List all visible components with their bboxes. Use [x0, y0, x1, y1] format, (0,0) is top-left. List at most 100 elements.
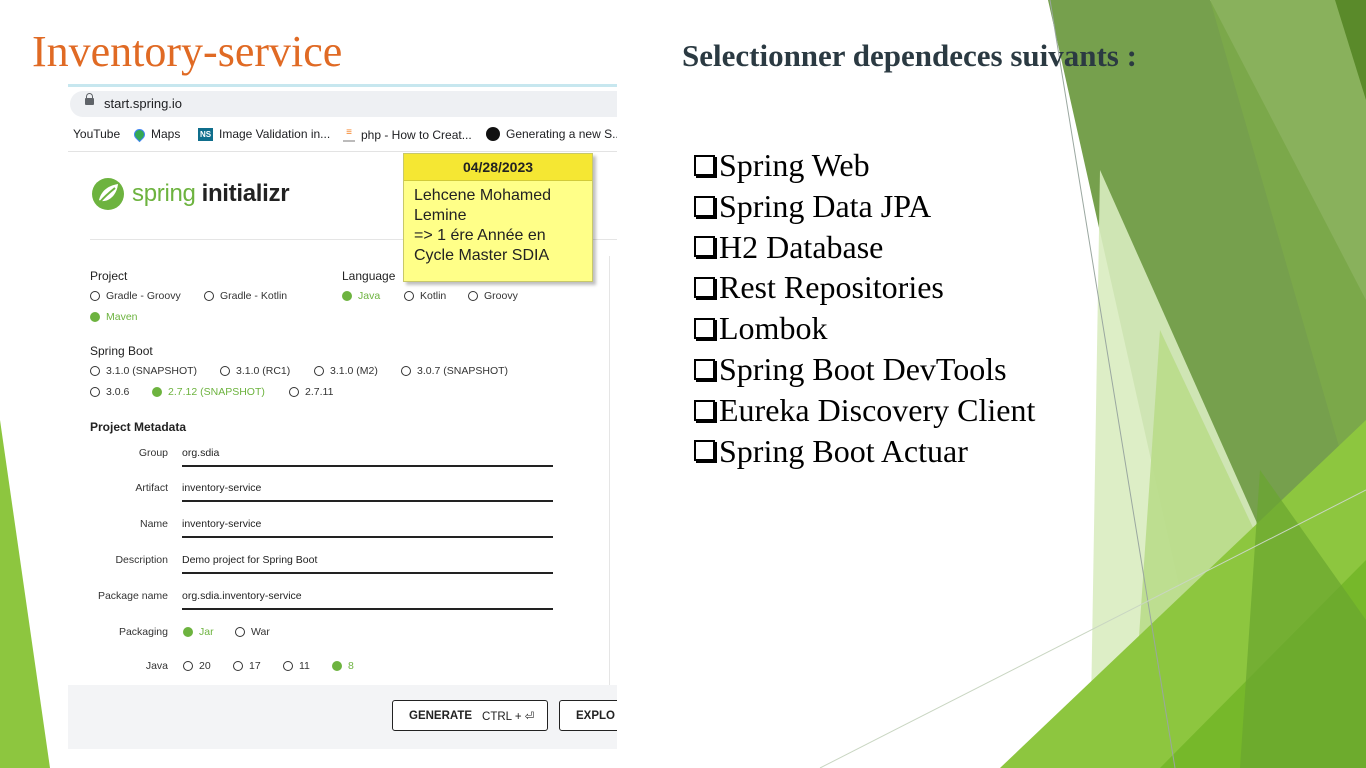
address-bar[interactable]: start.spring.io [70, 91, 617, 117]
language-section-label: Language [342, 269, 396, 283]
option-label: Kotlin [420, 290, 447, 302]
java-option-20[interactable]: 20 [183, 660, 211, 672]
dependency-item: Spring Boot Actuar [694, 431, 1035, 472]
dependency-label: Spring Boot DevTools [719, 350, 1007, 387]
spring-boot-section-label: Spring Boot [90, 344, 153, 358]
option-label: Jar [199, 626, 214, 638]
project-option-gradle-groovy[interactable]: Gradle - Groovy [90, 290, 181, 302]
radio-icon [233, 661, 243, 671]
boot-option-2-7-12-snapshot[interactable]: 2.7.12 (SNAPSHOT) [152, 386, 265, 398]
explore-button[interactable]: EXPLO [559, 700, 617, 731]
bookmark-label: Maps [151, 127, 181, 141]
bookmark-image-validation[interactable]: NS Image Validation in... [198, 127, 330, 141]
logo-initializr-text: initializr [201, 180, 290, 207]
packaging-label: Packaging [118, 626, 168, 638]
java-option-8[interactable]: 8 [332, 660, 354, 672]
boot-option-3-1-0-m2[interactable]: 3.1.0 (M2) [314, 365, 378, 377]
bookmarks-divider [68, 151, 617, 152]
boot-option-3-0-6[interactable]: 3.0.6 [90, 386, 129, 398]
language-option-groovy[interactable]: Groovy [468, 290, 518, 302]
boot-option-2-7-11[interactable]: 2.7.11 [289, 386, 333, 398]
radio-selected-icon [90, 312, 100, 322]
java-option-11[interactable]: 11 [283, 660, 310, 672]
project-section-label: Project [90, 269, 128, 283]
radio-icon [314, 366, 324, 376]
dependency-item: H2 Database [694, 227, 1035, 268]
slide-title: Inventory-service [32, 27, 343, 76]
option-label: 3.0.6 [106, 386, 130, 398]
dependency-label: H2 Database [719, 228, 884, 265]
packaging-option-war[interactable]: War [235, 626, 270, 638]
bookmark-label: php - How to Creat... [361, 127, 472, 142]
note-date: 04/28/2023 [404, 154, 592, 181]
generate-label: GENERATE [409, 709, 473, 722]
language-option-kotlin[interactable]: Kotlin [404, 290, 446, 302]
dependency-label: Eureka Discovery Client [719, 391, 1036, 428]
checkbox-icon [694, 195, 715, 217]
checkbox-icon [694, 399, 715, 421]
radio-icon [283, 661, 293, 671]
dependency-item: Lombok [694, 308, 1035, 349]
browser-top-border [68, 84, 617, 87]
option-label: 2.7.11 [305, 386, 334, 398]
dependency-label: Spring Boot Actuar [719, 432, 968, 469]
boot-option-3-1-0-snapshot[interactable]: 3.1.0 (SNAPSHOT) [90, 365, 197, 377]
boot-option-3-0-7-snapshot[interactable]: 3.0.7 (SNAPSHOT) [401, 365, 508, 377]
radio-icon [90, 366, 100, 376]
option-label: 3.1.0 (M2) [330, 365, 378, 377]
note-text: Lehcene Mohamed Lemine => 1 ére Année en… [414, 187, 551, 264]
checkbox-icon [694, 318, 715, 340]
artifact-input[interactable]: inventory-service [182, 482, 553, 502]
project-option-maven[interactable]: Maven [90, 311, 138, 323]
radio-selected-icon [152, 387, 162, 397]
bookmark-label: Generating a new S... [506, 127, 617, 141]
dependency-item: Spring Data JPA [694, 186, 1035, 227]
radio-icon [204, 291, 214, 301]
generate-button[interactable]: GENERATE CTRL + ⏎ [392, 700, 548, 731]
radio-icon [90, 291, 100, 301]
radio-icon [183, 661, 193, 671]
group-input[interactable]: org.sdia [182, 447, 553, 467]
name-input[interactable]: inventory-service [182, 518, 553, 538]
bookmark-label: Image Validation in... [219, 127, 331, 141]
option-label: 3.1.0 (RC1) [236, 365, 291, 377]
option-label: Gradle - Groovy [106, 290, 181, 302]
option-label: Maven [106, 311, 138, 323]
checkbox-icon [694, 358, 715, 380]
bookmark-youtube[interactable]: YouTube [73, 127, 120, 141]
github-icon [486, 127, 500, 141]
java-option-17[interactable]: 17 [233, 660, 261, 672]
project-option-gradle-kotlin[interactable]: Gradle - Kotlin [204, 290, 287, 302]
description-input[interactable]: Demo project for Spring Boot [182, 554, 553, 574]
radio-icon [468, 291, 478, 301]
language-option-java[interactable]: Java [342, 290, 380, 302]
package-name-input[interactable]: org.sdia.inventory-service [182, 590, 553, 610]
ns-icon: NS [198, 127, 213, 141]
logo-spring-text: spring [132, 180, 196, 207]
bookmark-github[interactable]: Generating a new S... [486, 127, 617, 141]
generate-shortcut: CTRL + ⏎ [482, 710, 535, 723]
checkbox-icon [694, 440, 715, 462]
java-label: Java [145, 660, 168, 672]
packaging-option-jar[interactable]: Jar [183, 626, 214, 638]
bookmark-php[interactable]: ≡ php - How to Creat... [343, 127, 472, 142]
dependencies-heading: Selectionner dependeces suivants : [682, 38, 1137, 73]
option-label: 17 [249, 660, 261, 672]
radio-selected-icon [332, 661, 342, 671]
spring-leaf-icon [92, 178, 124, 210]
option-label: 3.1.0 (SNAPSHOT) [106, 365, 198, 377]
explore-label: EXPLO [576, 709, 615, 722]
option-label: 3.0.7 (SNAPSHOT) [417, 365, 509, 377]
radio-selected-icon [342, 291, 352, 301]
option-label: War [251, 626, 270, 638]
sticky-note: 04/28/2023 Lehcene Mohamed Lemine => 1 é… [403, 153, 593, 282]
boot-option-3-1-0-rc1[interactable]: 3.1.0 (RC1) [220, 365, 290, 377]
action-footer: GENERATE CTRL + ⏎ EXPLO [68, 685, 617, 749]
radio-icon [404, 291, 414, 301]
radio-icon [235, 627, 245, 637]
radio-icon [401, 366, 411, 376]
dependency-list: Spring Web Spring Data JPA H2 Database R… [694, 145, 1035, 471]
bookmark-maps[interactable]: Maps [131, 126, 181, 142]
group-label: Group [138, 447, 168, 459]
spring-initializr-logo[interactable]: spring initializr [90, 176, 290, 212]
